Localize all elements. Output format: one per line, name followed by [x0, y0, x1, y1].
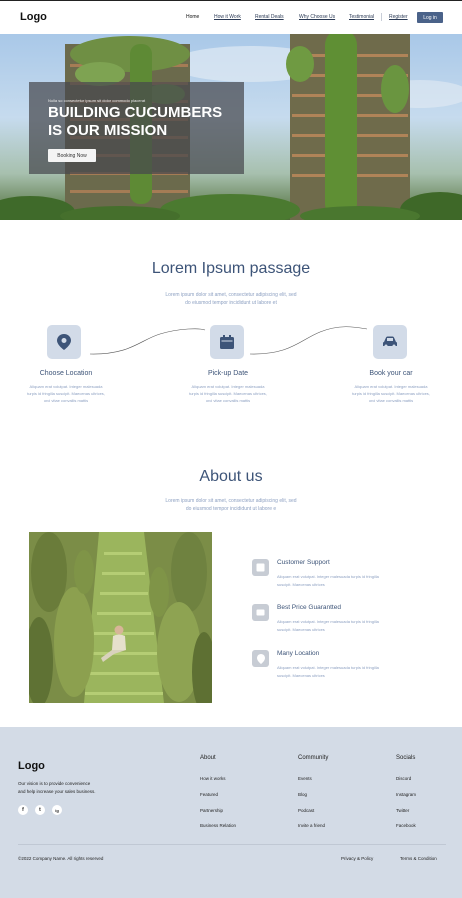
site-footer: Logo Our vision is to provide convenienc…: [0, 727, 462, 898]
footer-link-how-it-works[interactable]: How it works: [200, 776, 226, 781]
hero-banner: Nulla so consectetur ipsum sit dolor com…: [0, 34, 462, 220]
feature-1-desc-2: suscipit. Maecenas ultrices: [277, 582, 325, 587]
feature-2-desc-2: suscipit. Maecenas ultrices: [277, 627, 325, 632]
many-location-icon-tile: [252, 650, 269, 667]
feature-3-desc-2: suscipit. Maecenas ultrices: [277, 673, 325, 678]
footer-link-discord[interactable]: Discord: [396, 776, 411, 781]
footer-socials-title: Socials: [396, 755, 416, 761]
feature-2-desc-1: Aliquam erat volutpat. Integer malesuada…: [277, 619, 379, 624]
footer-link-instagram[interactable]: Instagram: [396, 792, 416, 797]
hero-title: BUILDING CUCUMBERS IS OUR MISSION: [48, 104, 223, 139]
hero-overlay-box: Nulla so consectetur ipsum sit dolor com…: [29, 82, 244, 174]
calendar-icon: [220, 335, 234, 349]
customer-support-icon-tile: [252, 559, 269, 576]
feature-2-title: Best Price Guarantted: [277, 604, 341, 611]
footer-link-twitter[interactable]: Twitter: [396, 808, 409, 813]
cucumber-stairs-image: [29, 532, 212, 703]
footer-about-title: About: [200, 755, 216, 761]
steps-section-subtitle-1: Lorem ipsum dolor sit amet, consectetur …: [165, 292, 297, 298]
booking-now-button[interactable]: Booking Now: [48, 149, 96, 162]
nav-divider: [381, 13, 382, 21]
feature-1-desc-1: Aliquam erat volutpat. Integer malesuada…: [277, 574, 379, 579]
steps-section-title: Lorem Ipsum passage: [151, 260, 311, 277]
feature-1-title: Customer Support: [277, 559, 330, 566]
car-icon: [383, 336, 397, 348]
step-1-desc-2: turpis id fringilla suscipit. Maecenas u…: [27, 391, 105, 396]
nav-home[interactable]: Home: [186, 14, 199, 20]
instagram-icon[interactable]: ig: [52, 805, 62, 815]
step-location-tile: [47, 325, 81, 359]
footer-link-featured[interactable]: Featured: [200, 792, 218, 797]
step-1-desc-3: orci vitae convallis mattis: [43, 398, 89, 403]
footer-logo[interactable]: Logo: [18, 760, 45, 772]
terms-condition-link[interactable]: Terms & Condition: [400, 856, 437, 861]
privacy-policy-link[interactable]: Privacy & Policy: [341, 856, 373, 861]
footer-community-title: Community: [298, 755, 329, 761]
step-3-desc-1: Aliquam erat volutpat. Integer malesuada: [354, 384, 428, 389]
steps-section-subtitle-2: do eiusmod tempor incididunt ut labore e…: [185, 300, 277, 306]
nav-testimonial[interactable]: Testimonial: [349, 14, 374, 20]
map-pin-icon: [256, 653, 265, 664]
nav-rental-deals[interactable]: Rental Deals: [255, 14, 284, 20]
about-image: [29, 532, 212, 703]
footer-link-partnership[interactable]: Partnership: [200, 808, 223, 813]
footer-link-business-relation[interactable]: Business Relation: [200, 823, 236, 828]
footer-link-events[interactable]: Events: [298, 776, 312, 781]
footer-copyright: ©2022 Company Name. All rights reserved: [18, 856, 104, 861]
footer-vision-line-2: and help increase your sales business.: [18, 789, 96, 794]
feature-3-desc-1: Aliquam erat volutpat. Integer malesuada…: [277, 665, 379, 670]
site-logo[interactable]: Logo: [20, 11, 47, 23]
location-pin-icon: [57, 334, 71, 350]
step-date-tile: [210, 325, 244, 359]
footer-link-podcast[interactable]: Podcast: [298, 808, 314, 813]
hero-tagline: Nulla so consectetur ipsum sit dolor com…: [48, 98, 146, 103]
best-price-icon-tile: [252, 604, 269, 621]
login-button[interactable]: Log in: [417, 12, 443, 23]
nav-register[interactable]: Register: [389, 14, 408, 20]
footer-vision-line-1: Our vision is to provide convenience: [18, 781, 91, 786]
step-3-desc-2: turpis id fringilla suscipit. Maecenas u…: [352, 391, 430, 396]
about-subtitle-1: Lorem ipsum dolor sit amet, consectetur …: [165, 498, 297, 504]
nav-why-choose-us[interactable]: Why Choose Us: [299, 14, 335, 20]
twitter-icon[interactable]: t: [35, 805, 45, 815]
step-3-desc-3: orci vitae convallis mattis: [368, 398, 414, 403]
top-navbar: Logo Home How it Work Rental Deals Why C…: [0, 0, 462, 34]
about-section-title: About us: [199, 468, 263, 485]
step-2-desc-3: orci vitae convallis mattis: [205, 398, 251, 403]
step-1-title: Choose Location: [39, 370, 93, 377]
price-tag-icon: [256, 609, 265, 616]
step-2-title: Pick-up Date: [207, 370, 249, 377]
nav-how-it-work[interactable]: How it Work: [214, 14, 241, 20]
footer-link-facebook[interactable]: Facebook: [396, 823, 416, 828]
step-2-desc-2: turpis id fringilla suscipit. Maecenas u…: [189, 391, 267, 396]
footer-link-invite-a-friend[interactable]: Invite a friend: [298, 823, 325, 828]
step-car-tile: [373, 325, 407, 359]
step-3-title: Book your car: [369, 370, 413, 377]
step-1-desc-1: Aliquam erat volutpat. Integer malesuada: [29, 384, 103, 389]
about-subtitle-2: do eiusmod tempor incididunt ut labore e: [185, 506, 277, 512]
support-icon: [256, 563, 265, 572]
footer-divider: [18, 844, 446, 845]
facebook-icon[interactable]: f: [18, 805, 28, 815]
feature-3-title: Many Location: [277, 650, 320, 657]
step-2-desc-1: Aliquam erat volutpat. Integer malesuada: [191, 384, 265, 389]
footer-link-blog[interactable]: Blog: [298, 792, 307, 797]
